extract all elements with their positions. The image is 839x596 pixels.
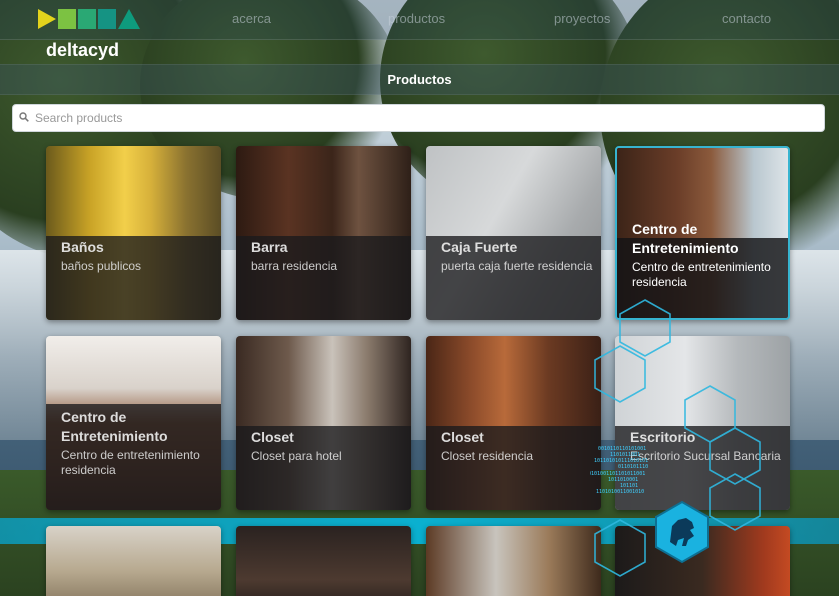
product-title: Centro de Entretenimiento [61,409,168,444]
product-title: Baños [61,239,104,255]
product-title: Barra [251,239,288,255]
product-description: baños publicos [61,259,142,273]
page-title: Productos [387,72,452,87]
search-bar[interactable] [12,104,825,132]
product-card[interactable] [46,526,221,596]
product-description: puerta caja fuerte residencia [441,259,593,273]
product-card[interactable] [426,526,601,596]
product-card-closet-residencia[interactable]: Closet Closet residencia [426,336,601,510]
search-icon [19,112,29,122]
product-title: Caja Fuerte [441,239,518,255]
product-description: Escritorio Sucursal Bancaria [630,449,781,463]
product-description: Closet residencia [441,449,534,463]
product-card-closet-hotel[interactable]: Closet Closet para hotel [236,336,411,510]
product-card-banos[interactable]: Baños baños publicos [46,146,221,320]
product-card-escritorio[interactable]: Escritorio Escritorio Sucursal Bancaria [615,336,790,510]
brand-name[interactable]: deltacyd [46,40,119,61]
brand-logo[interactable] [38,9,140,29]
product-card[interactable] [236,526,411,596]
product-card-caja-fuerte[interactable]: Caja Fuerte puerta caja fuerte residenci… [426,146,601,320]
product-title: Escritorio [630,429,696,445]
search-input[interactable] [35,105,815,131]
nav-acerca[interactable]: acerca [232,11,271,26]
product-description: Centro de entretenimiento residencia [632,260,771,289]
product-description: Centro de entretenimiento residencia [61,448,200,477]
product-title: Closet [441,429,484,445]
nav-contacto[interactable]: contacto [722,11,771,26]
nav-productos[interactable]: productos [388,11,445,26]
product-title: Closet [251,429,294,445]
nav-proyectos[interactable]: proyectos [554,11,610,26]
product-card-centro-entretenimiento-2[interactable]: Centro de Entretenimiento Centro de entr… [46,336,221,510]
product-description: Closet para hotel [251,449,342,463]
product-title: Centro de Entretenimiento [632,221,739,256]
product-card[interactable] [615,526,790,596]
product-description: barra residencia [251,259,338,273]
product-card-centro-entretenimiento[interactable]: Centro de Entretenimiento Centro de entr… [615,146,790,320]
product-card-barra[interactable]: Barra barra residencia [236,146,411,320]
